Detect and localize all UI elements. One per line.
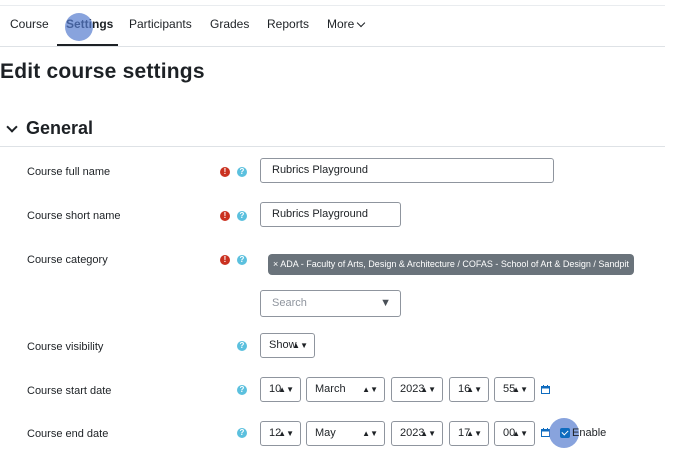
category-label: Course category [27, 254, 108, 266]
start-minute-select[interactable]: 55 ▲▼ [494, 377, 535, 402]
help-icon[interactable]: ? [237, 341, 247, 351]
active-tab-indicator [57, 44, 118, 46]
select-arrows-icon: ▲▼ [278, 385, 294, 394]
select-arrows-icon: ▲▼ [292, 341, 308, 350]
dropdown-triangle-icon[interactable]: ▼ [380, 291, 391, 316]
end-month-select[interactable]: May ▲▼ [306, 421, 385, 446]
start-month-select[interactable]: March ▲▼ [306, 377, 385, 402]
calendar-icon[interactable] [541, 385, 550, 394]
end-date-label: Course end date [27, 428, 109, 440]
short-name-input[interactable]: Rubrics Playground [260, 202, 401, 227]
select-arrows-icon: ▲▼ [420, 385, 436, 394]
required-icon: ! [220, 211, 230, 221]
select-arrows-icon: ▲▼ [512, 385, 528, 394]
section-title: General [26, 118, 94, 138]
start-year-select[interactable]: 2023 ▲▼ [391, 377, 443, 402]
course-nav-tabs: Course Settings Participants Grades Repo… [0, 0, 665, 47]
required-icon: ! [220, 255, 230, 265]
page-title: Edit course settings [0, 60, 205, 83]
search-placeholder: Search [272, 297, 307, 309]
end-date-enable-checkbox[interactable] [560, 428, 570, 438]
tab-reports[interactable]: Reports [267, 17, 309, 31]
start-hour-select[interactable]: 16 ▲▼ [449, 377, 489, 402]
visibility-label: Course visibility [27, 341, 104, 353]
short-name-label: Course short name [27, 210, 121, 222]
tab-participants[interactable]: Participants [129, 17, 192, 31]
start-date-label: Course start date [27, 385, 112, 397]
start-day-select[interactable]: 10 ▲▼ [260, 377, 301, 402]
select-arrows-icon: ▲▼ [466, 429, 482, 438]
tab-more-label: More [327, 17, 355, 31]
help-icon[interactable]: ? [237, 255, 247, 265]
visibility-select[interactable]: Show ▲▼ [260, 333, 315, 358]
end-year-select[interactable]: 2023 ▲▼ [391, 421, 443, 446]
start-month-value: March [315, 383, 346, 395]
end-month-value: May [315, 427, 336, 439]
full-name-label: Course full name [27, 166, 111, 178]
select-arrows-icon: ▲▼ [420, 429, 436, 438]
click-marker [65, 13, 93, 41]
select-arrows-icon: ▲▼ [362, 429, 378, 438]
enable-label: Enable [572, 427, 607, 439]
chevron-down-icon[interactable] [6, 121, 18, 133]
select-arrows-icon: ▲▼ [512, 429, 528, 438]
full-name-input[interactable]: Rubrics Playground [260, 158, 554, 183]
select-arrows-icon: ▲▼ [278, 429, 294, 438]
tab-grades[interactable]: Grades [210, 17, 249, 31]
chevron-down-icon [357, 18, 366, 28]
select-arrows-icon: ▲▼ [466, 385, 482, 394]
help-icon[interactable]: ? [237, 428, 247, 438]
category-search-input[interactable]: Search ▼ [260, 290, 401, 317]
select-arrows-icon: ▲▼ [362, 385, 378, 394]
tab-more[interactable]: More [327, 17, 366, 31]
help-icon[interactable]: ? [237, 385, 247, 395]
required-icon: ! [220, 167, 230, 177]
help-icon[interactable]: ? [237, 211, 247, 221]
end-hour-select[interactable]: 17 ▲▼ [449, 421, 489, 446]
tab-course[interactable]: Course [10, 17, 49, 31]
end-minute-select[interactable]: 00 ▲▼ [494, 421, 535, 446]
category-tag-label: ADA - Faculty of Arts, Design & Architec… [280, 259, 629, 269]
end-day-select[interactable]: 12 ▲▼ [260, 421, 301, 446]
help-icon[interactable]: ? [237, 167, 247, 177]
remove-tag-icon[interactable]: × [273, 259, 278, 269]
category-tag[interactable]: × ADA - Faculty of Arts, Design & Archit… [268, 254, 634, 275]
